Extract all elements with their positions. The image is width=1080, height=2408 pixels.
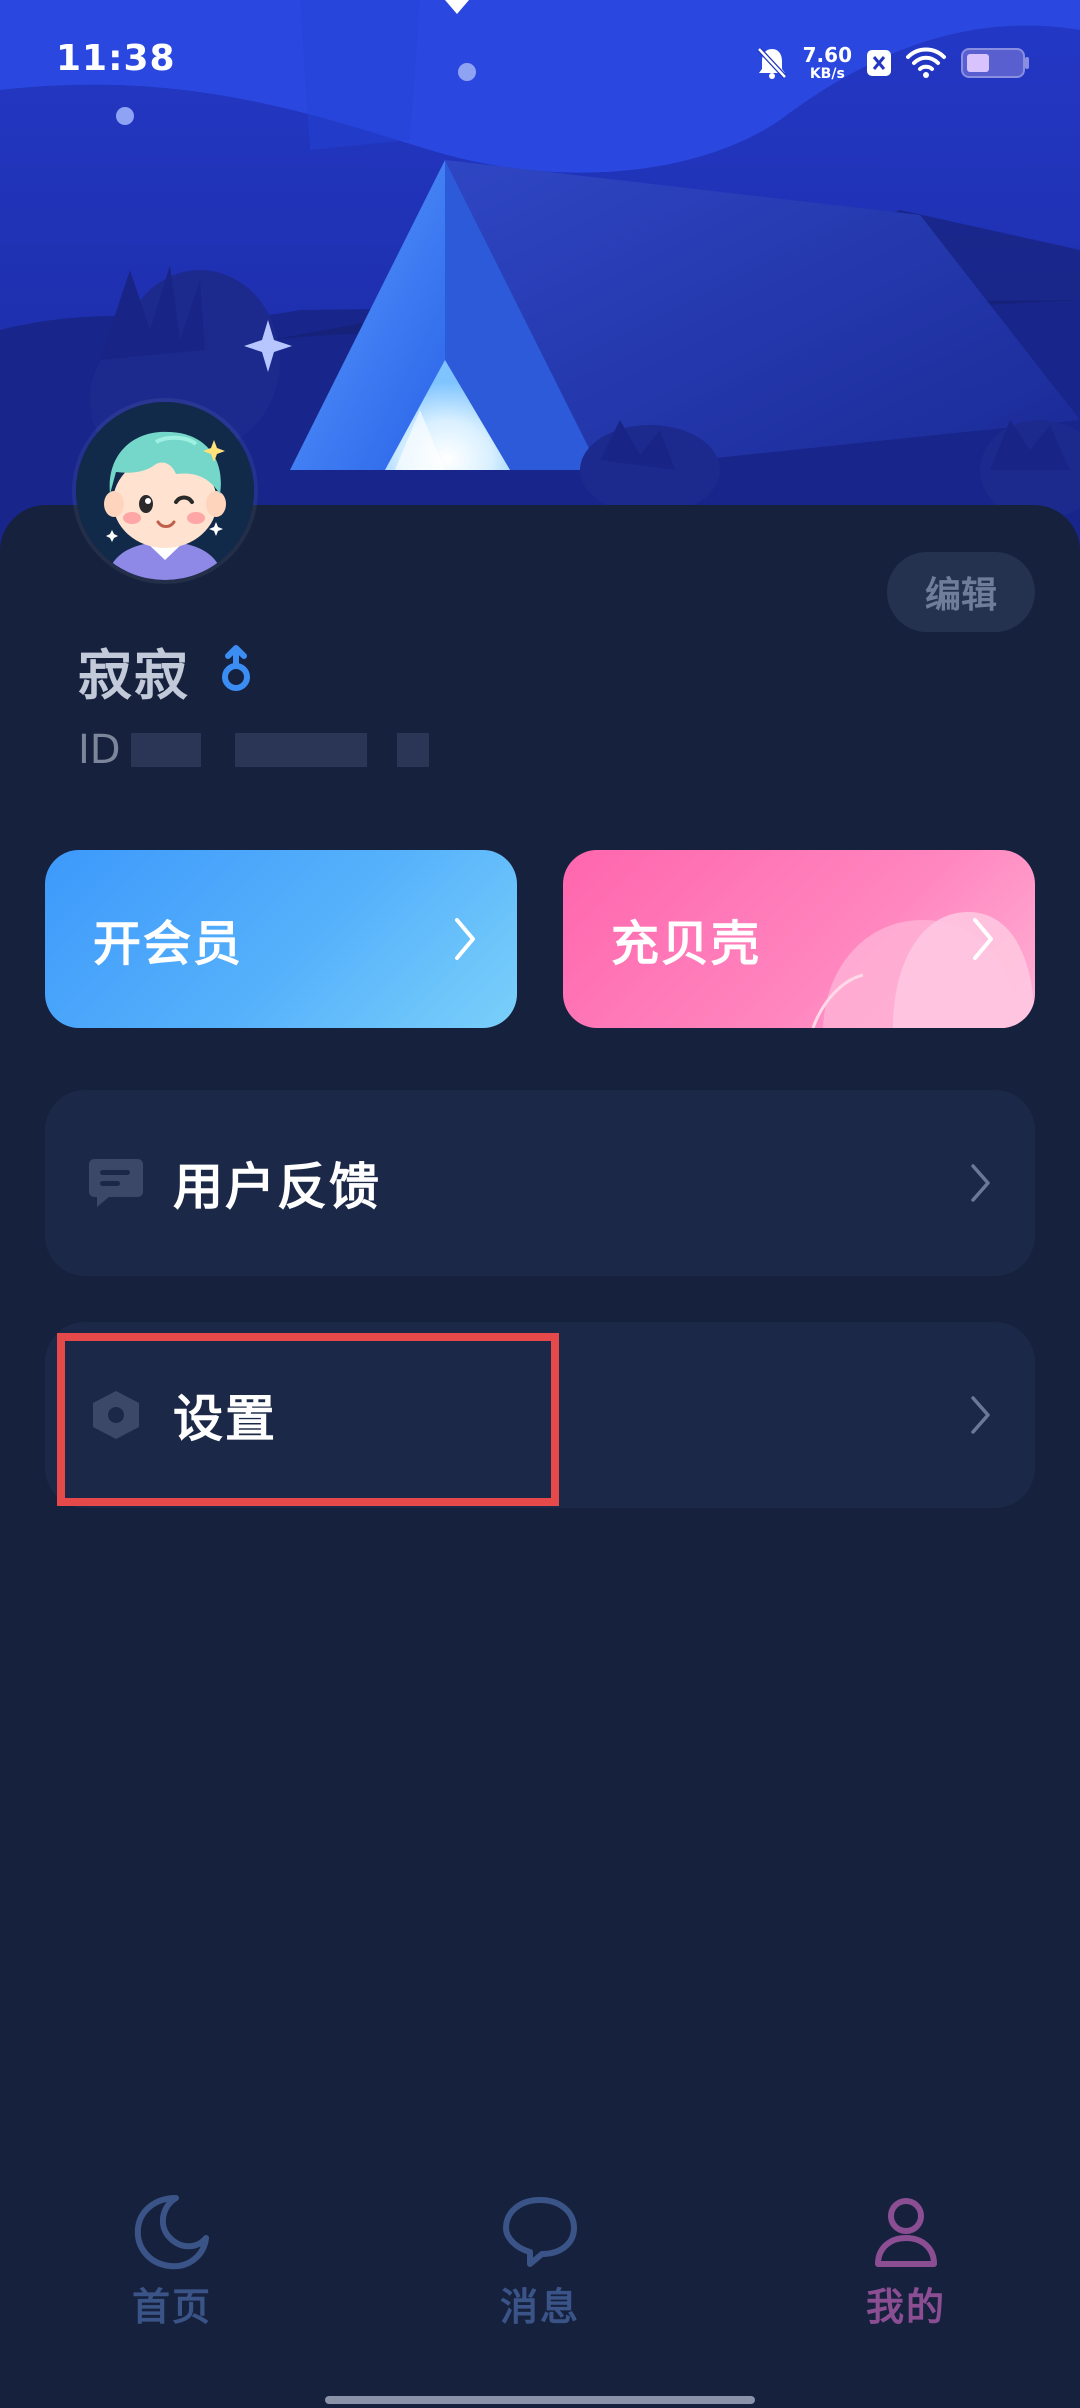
user-id-mask [396, 733, 429, 767]
highlight-box [57, 1333, 559, 1506]
edit-profile-button[interactable]: 编辑 [887, 552, 1035, 632]
user-id-row: ID [78, 720, 429, 780]
recharge-shells-card[interactable]: 充贝壳 [563, 850, 1035, 1028]
coins-label: 充贝壳 [611, 916, 762, 972]
screen: 11:38 7.60 KB/s 编辑 寂寂 ID 开会员 充贝壳 用户反馈 设置… [0, 0, 1080, 2408]
feedback-label: 用户反馈 [173, 1158, 381, 1216]
chevron-right-icon [971, 1164, 990, 1202]
network-speed-value: 7.60 [802, 43, 852, 67]
status-bar: 11:38 7.60 KB/s [0, 0, 1080, 120]
avatar[interactable] [76, 402, 254, 580]
male-icon [222, 645, 250, 691]
person-icon [875, 2198, 937, 2267]
feedback-icon [89, 1159, 143, 1207]
moon-icon [134, 2195, 209, 2270]
chevron-right-icon [455, 918, 475, 960]
chevron-right-icon [971, 1396, 990, 1434]
tab-mine[interactable]: 我的 [806, 2170, 1006, 2370]
chat-bubble-icon [503, 2197, 577, 2267]
network-speed-unit: KB/s [809, 66, 845, 82]
tab-messages-label: 消息 [499, 2285, 580, 2329]
network-speed: 7.60 KB/s [803, 45, 852, 81]
user-id-mask [130, 733, 201, 767]
user-id-label: ID [78, 727, 121, 773]
vip-membership-card[interactable]: 开会员 [45, 850, 517, 1028]
feedback-row[interactable]: 用户反馈 [45, 1090, 1035, 1276]
battery-icon [961, 48, 1029, 78]
chevron-right-icon [973, 918, 993, 960]
bottom-tab-bar: 首页 消息 我的 [0, 2170, 1080, 2370]
tab-mine-label: 我的 [865, 2285, 946, 2329]
avatar-image [76, 402, 254, 580]
vip-label: 开会员 [93, 916, 244, 972]
status-icons: 7.60 KB/s [755, 40, 1030, 86]
user-id-mask [234, 733, 297, 767]
wifi-icon [906, 47, 946, 78]
tab-home[interactable]: 首页 [72, 2170, 272, 2370]
app-badge-icon [867, 50, 891, 76]
status-time: 11:38 [56, 38, 176, 79]
username-row: 寂寂 [78, 635, 256, 707]
bell-muted-icon [756, 47, 787, 79]
username: 寂寂 [78, 643, 190, 707]
user-id-mask [296, 733, 367, 767]
tab-home-label: 首页 [131, 2285, 212, 2329]
tab-messages[interactable]: 消息 [440, 2170, 640, 2370]
home-indicator[interactable] [325, 2396, 755, 2404]
